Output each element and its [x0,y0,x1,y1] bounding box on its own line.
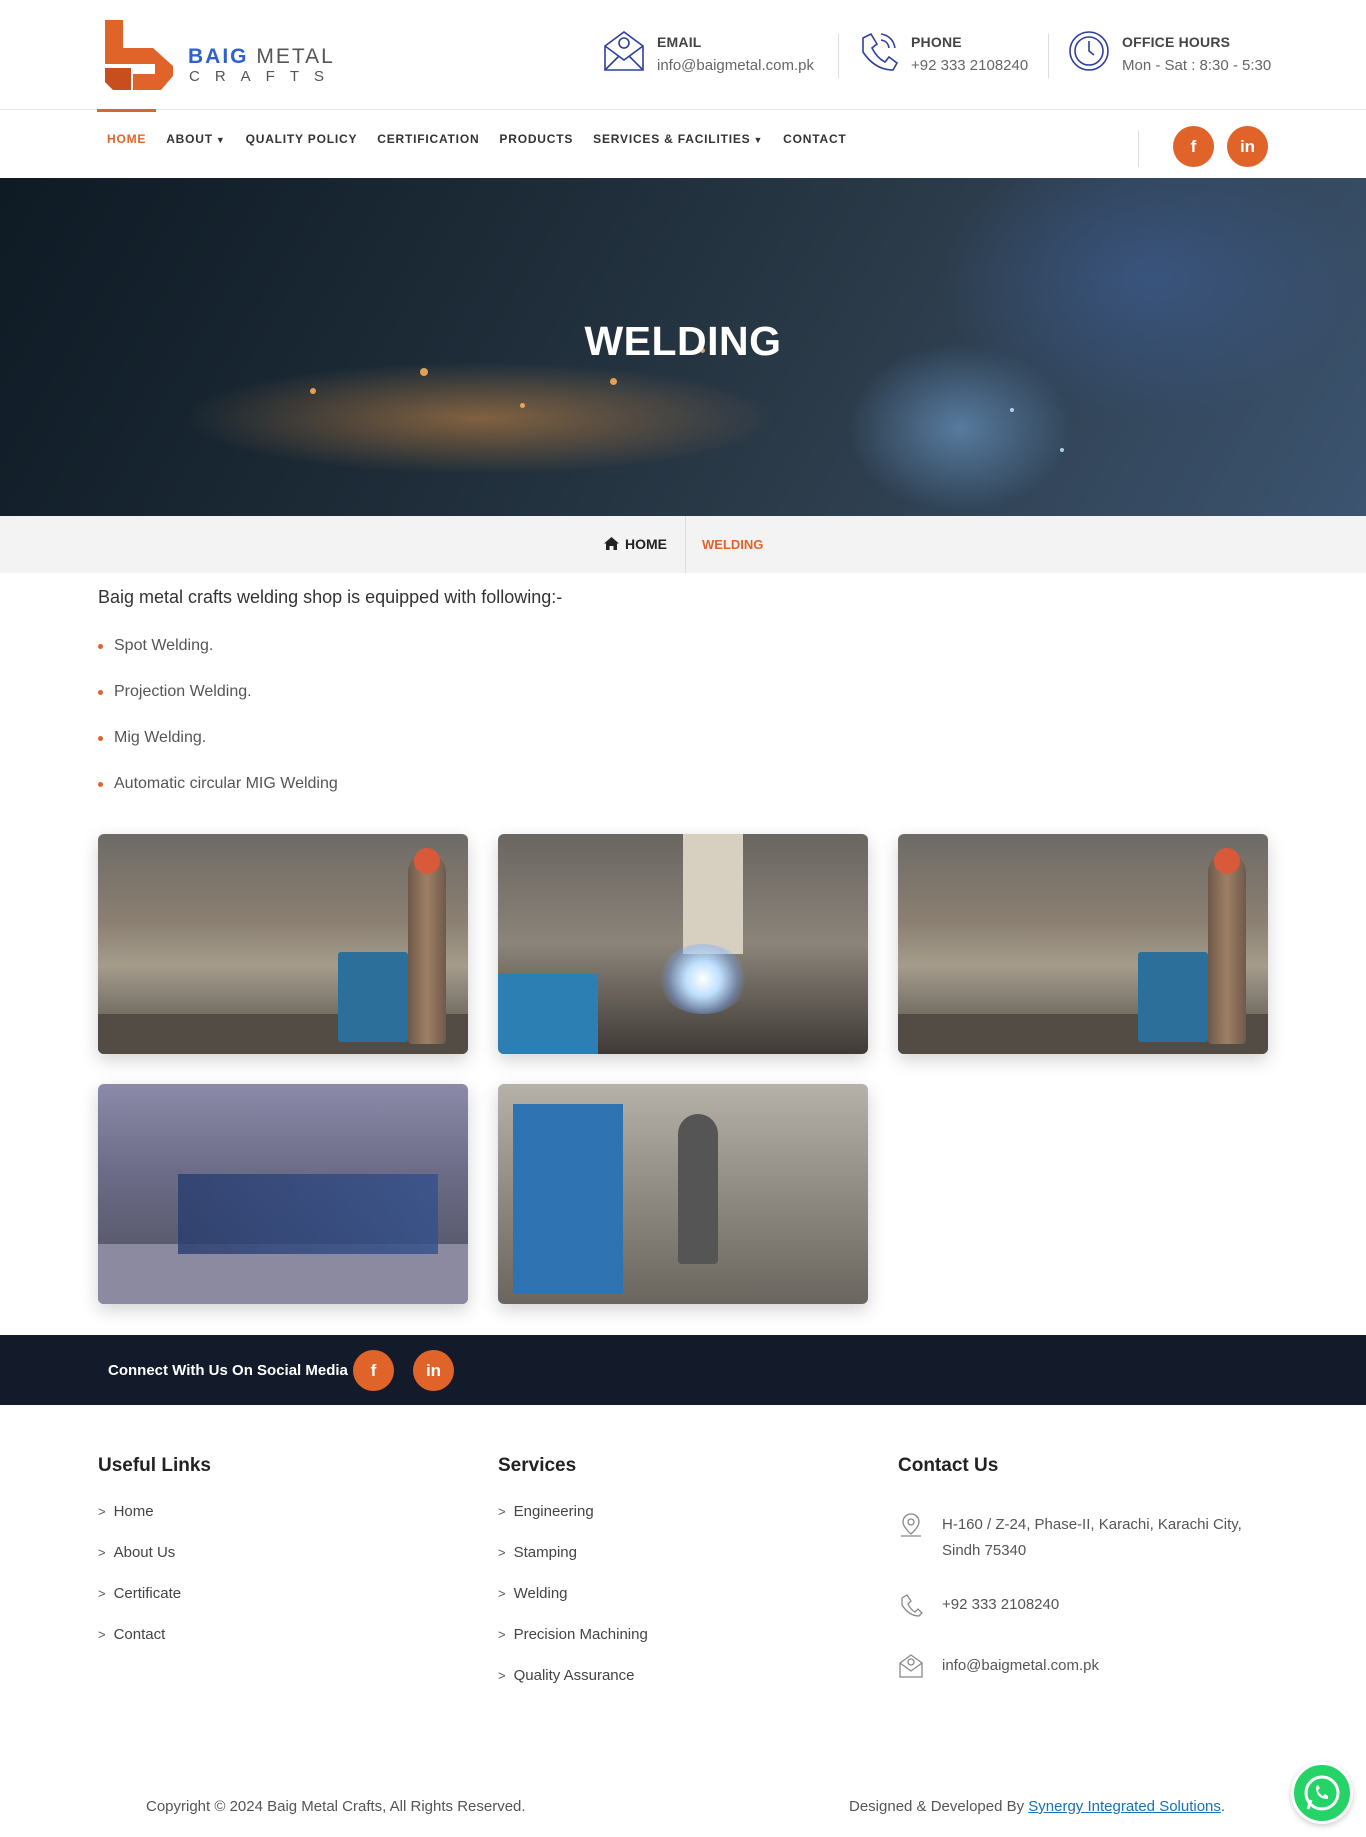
header-phone[interactable]: PHONE +92 333 2108240 [855,28,1028,82]
footer-link-stamping[interactable]: > Stamping [498,1544,648,1585]
gallery-image[interactable] [498,834,868,1054]
footer-link-precision-machining[interactable]: > Precision Machining [498,1626,648,1667]
email-label: EMAIL [657,34,702,50]
nav-home[interactable]: HOME [97,109,157,178]
spark [1060,448,1064,452]
facebook-icon[interactable]: f [1173,126,1214,167]
nav-contact[interactable]: CONTACT [773,111,856,178]
whatsapp-glyph-icon [1304,1775,1340,1811]
breadcrumb-current: WELDING [702,537,764,552]
footer-link-certificate[interactable]: > Certificate [98,1585,211,1626]
main-nav: HOME ABOUT ▼ QUALITY POLICY CERTIFICATION… [0,109,1366,178]
welding-list: Spot Welding. Projection Welding. Mig We… [98,636,338,820]
chevron-down-icon: ▼ [753,135,764,145]
list-item: Spot Welding. [98,636,338,682]
chevron-right-icon: > [498,1545,506,1560]
hero-banner: WELDING [0,178,1366,516]
gallery-image[interactable] [898,834,1268,1054]
phone-icon [901,1594,923,1617]
footer-link-about[interactable]: > About Us [98,1544,211,1585]
clock-icon [1069,31,1109,71]
chevron-right-icon: > [98,1586,106,1601]
phone-label: PHONE [911,34,962,50]
email-icon [899,1654,923,1678]
phone-value[interactable]: +92 333 2108240 [911,57,1028,74]
footer-link-home[interactable]: > Home [98,1503,211,1544]
social-strip-text: Connect With Us On Social Media [108,1362,348,1379]
whatsapp-icon[interactable] [1291,1762,1353,1824]
intro-text: Baig metal crafts welding shop is equipp… [98,587,563,607]
footer-link-welding[interactable]: > Welding [498,1585,648,1626]
breadcrumb: HOME WELDING [0,516,1366,573]
gallery-image[interactable] [498,1084,868,1304]
hours-value: Mon - Sat : 8:30 - 5:30 [1122,57,1272,74]
linkedin-icon[interactable]: in [1227,126,1268,167]
email-icon [604,31,644,71]
header-divider [838,34,839,78]
breadcrumb-separator [685,516,686,573]
chevron-right-icon: > [498,1504,506,1519]
home-icon [604,537,619,550]
logo-mark-icon [105,20,173,90]
gallery-image[interactable] [98,1084,468,1304]
facebook-icon[interactable]: f [353,1350,394,1391]
footer-heading: Contact Us [898,1455,999,1476]
nav-divider [1138,131,1139,167]
chevron-right-icon: > [98,1627,106,1642]
address-text: H-160 / Z-24, Phase-II, Karachi, Karachi… [942,1516,1242,1559]
chevron-right-icon: > [98,1504,106,1519]
list-item: Mig Welding. [98,728,338,774]
nav-services-facilities[interactable]: SERVICES & FACILITIES ▼ [583,111,773,178]
gallery-image[interactable] [98,834,468,1054]
phone-icon [862,32,899,71]
designer-link[interactable]: Synergy Integrated Solutions [1028,1798,1221,1815]
footer-contact: Contact Us [898,1455,998,1503]
breadcrumb-home[interactable]: HOME [604,536,667,552]
email-value[interactable]: info@baigmetal.com.pk [657,57,814,74]
list-item: Automatic circular MIG Welding [98,774,338,820]
chevron-right-icon: > [98,1545,106,1560]
nav-certification[interactable]: CERTIFICATION [367,111,489,178]
footer-link-contact[interactable]: > Contact [98,1626,211,1667]
copyright: Copyright © 2024 Baig Metal Crafts, All … [146,1798,526,1815]
chevron-right-icon: > [498,1668,506,1683]
header-hours: OFFICE HOURS Mon - Sat : 8:30 - 5:30 [1066,28,1271,82]
header-divider [1048,34,1049,78]
social-strip: Connect With Us On Social Media f in [0,1335,1366,1405]
hours-label: OFFICE HOURS [1122,34,1231,50]
footer-useful-links: Useful Links > Home > About Us > Certificat… [98,1455,211,1667]
nav-about[interactable]: ABOUT ▼ [156,111,235,178]
spark [1010,408,1014,412]
page-title: WELDING [584,318,782,364]
spark [310,388,316,394]
footer-services: Services > Engineering > Stamping > Welding… [498,1455,648,1708]
logo-text-top: BAIG METAL [188,45,335,68]
map-pin-icon [901,1513,921,1537]
spark [610,378,617,385]
designed-by: Designed & Developed By Synergy Integrat… [849,1798,1226,1815]
chevron-right-icon: > [498,1627,506,1642]
email-text[interactable]: info@baigmetal.com.pk [942,1653,1252,1679]
phone-text[interactable]: +92 333 2108240 [942,1592,1252,1618]
logo-text-bottom: CRAFTS [189,68,339,85]
header-email[interactable]: EMAIL info@baigmetal.com.pk [601,28,814,82]
nav-quality-policy[interactable]: QUALITY POLICY [236,111,368,178]
chevron-right-icon: > [498,1586,506,1601]
linkedin-icon[interactable]: in [413,1350,454,1391]
footer-heading: Useful Links [98,1455,211,1476]
list-item: Projection Welding. [98,682,338,728]
footer-link-quality-assurance[interactable]: > Quality Assurance [498,1667,648,1708]
footer-link-engineering[interactable]: > Engineering [498,1503,648,1544]
footer-heading: Services [498,1455,577,1476]
nav-products[interactable]: PRODUCTS [489,111,583,178]
spark [420,368,428,376]
site-logo[interactable]: BAIG METAL CRAFTS [103,18,363,92]
top-header: BAIG METAL CRAFTS EMAIL info@baigmetal.c… [0,0,1366,110]
spark [520,403,525,408]
chevron-down-icon: ▼ [215,135,226,145]
